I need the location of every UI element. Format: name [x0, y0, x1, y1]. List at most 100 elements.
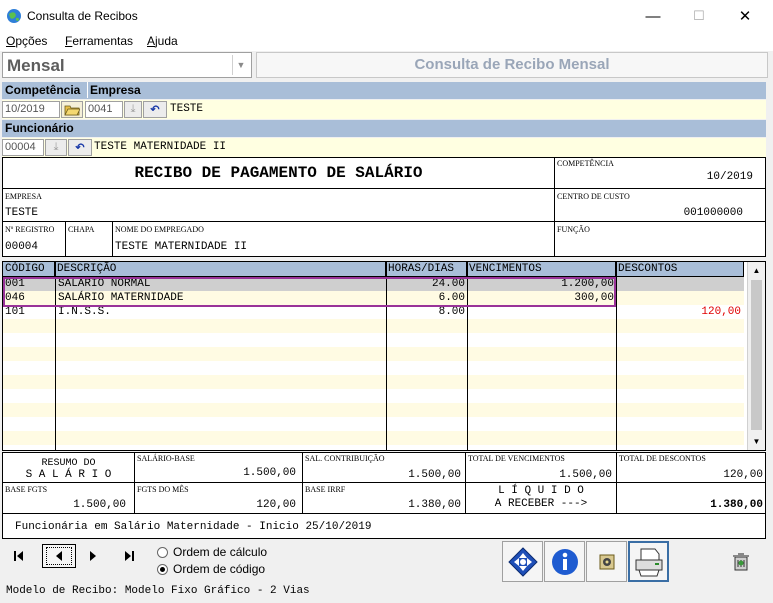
chevron-down-icon[interactable]: ▼: [232, 55, 249, 75]
cell-vencimentos: [468, 305, 614, 319]
funcionario-code-input[interactable]: 00004: [2, 139, 44, 156]
registro-value: 00004: [5, 241, 39, 253]
base-irrf-value: 1.380,00: [408, 499, 461, 511]
funcionario-label: Funcionário: [5, 121, 74, 135]
empresa-code-input[interactable]: 0041: [85, 101, 123, 118]
folder-icon[interactable]: [61, 101, 83, 118]
salario-base-label: SALÁRIO-BASE: [137, 454, 195, 463]
total-desc-label: TOTAL DE DESCONTOS: [619, 454, 706, 463]
empresa-cell: EMPRESA TESTE: [2, 188, 555, 222]
next-record-button[interactable]: [80, 544, 106, 568]
table-row[interactable]: [3, 375, 744, 389]
liquido-value: 1.380,00: [710, 499, 763, 511]
table-row[interactable]: 101 I.N.S.S. 8.00 120,00: [3, 305, 744, 319]
base-irrf-cell: BASE IRRF 1.380,00: [302, 482, 466, 514]
sal-contrib-label: SAL. CONTRIBUIÇÃO: [305, 454, 385, 463]
competencia-cell-value: 10/2019: [706, 171, 753, 183]
delete-button[interactable]: [720, 541, 761, 582]
scroll-up-icon[interactable]: ▲: [748, 262, 765, 279]
competencia-input[interactable]: 10/2019: [2, 101, 60, 118]
funcionario-bar: Funcionário: [2, 120, 766, 137]
order-code-radio[interactable]: [157, 564, 168, 575]
first-record-button[interactable]: [6, 544, 32, 568]
funcao-label: FUNÇÃO: [557, 225, 590, 234]
receipt-title-cell: RECIBO DE PAGAMENTO DE SALÁRIO: [2, 157, 555, 189]
col-header-horas[interactable]: HORAS/DIAS: [386, 262, 467, 277]
scroll-thumb[interactable]: [751, 280, 762, 430]
info-button[interactable]: [544, 541, 585, 582]
period-type-select[interactable]: Mensal ▼: [2, 52, 252, 78]
items-table[interactable]: CÓDIGO DESCRIÇÃO HORAS/DIAS VENCIMENTOS …: [2, 261, 766, 451]
total-venc-cell: TOTAL DE VENCIMENTOS 1.500,00: [465, 452, 617, 483]
gear-icon: [599, 554, 614, 569]
cell-horas: 8.00: [438, 306, 465, 318]
table-row[interactable]: [3, 361, 744, 375]
nome-label: NOME DO EMPREGADO: [115, 225, 204, 234]
cell-descricao: SALÁRIO NORMAL: [58, 278, 151, 290]
menu-ajuda[interactable]: Ajuda: [147, 34, 178, 48]
empresa-cell-label: EMPRESA: [5, 192, 42, 201]
note-text: Funcionária em Salário Maternidade - Ini…: [15, 521, 372, 533]
col-header-descricao[interactable]: DESCRIÇÃO: [55, 262, 386, 277]
download-icon[interactable]: ⤓: [45, 139, 67, 156]
table-row[interactable]: [3, 417, 744, 431]
sal-contrib-value: 1.500,00: [408, 469, 461, 481]
salario-base-value: 1.500,00: [243, 467, 296, 479]
nome-cell: NOME DO EMPREGADO TESTE MATERNIDADE II: [112, 221, 555, 257]
table-row[interactable]: 001 SALÁRIO NORMAL 24.00 1.200,00: [3, 277, 744, 291]
competencia-empresa-row: 10/2019 0041 ⤓ ↶ TESTE: [2, 100, 766, 119]
cell-vencimentos: 1.200,00: [561, 278, 614, 290]
app-globe-icon: [7, 9, 21, 23]
close-button[interactable]: ✕: [722, 0, 768, 32]
table-row[interactable]: [3, 347, 744, 361]
table-row[interactable]: 046 SALÁRIO MATERNIDADE 6.00 300,00: [3, 291, 744, 305]
navigate-arrows-button[interactable]: [502, 541, 543, 582]
settings-button[interactable]: [586, 541, 627, 582]
cell-descontos: 120,00: [701, 306, 741, 318]
chapa-label: CHAPA: [68, 225, 95, 234]
cell-codigo: 101: [5, 306, 25, 318]
order-calc-radio[interactable]: [157, 547, 168, 558]
undo-icon[interactable]: ↶: [143, 101, 167, 118]
menu-ferramentas[interactable]: Ferramentas: [65, 34, 133, 48]
competencia-cell-label: COMPETÊNCIA: [557, 159, 614, 168]
printer-icon: [635, 548, 662, 576]
vertical-scrollbar[interactable]: ▲ ▼: [747, 262, 765, 450]
menu-bar: Opções Ferramentas Ajuda: [0, 32, 773, 51]
trash-icon: [732, 552, 749, 570]
col-header-descontos[interactable]: DESCONTOS: [616, 262, 744, 277]
table-row[interactable]: [3, 319, 744, 333]
maximize-button[interactable]: ☐: [676, 0, 722, 32]
centro-custo-cell: CENTRO DE CUSTO 001000000: [554, 188, 766, 222]
salario-base-cell: SALÁRIO-BASE 1.500,00: [134, 452, 303, 483]
cell-codigo: 001: [5, 278, 25, 290]
base-irrf-label: BASE IRRF: [305, 485, 346, 494]
fgts-mes-value: 120,00: [256, 499, 296, 511]
competencia-empresa-bar: Competência Empresa: [2, 82, 766, 99]
undo-icon[interactable]: ↶: [68, 139, 92, 156]
col-header-vencimentos[interactable]: VENCIMENTOS: [467, 262, 616, 277]
scroll-down-icon[interactable]: ▼: [748, 433, 765, 450]
print-button[interactable]: [628, 541, 669, 582]
base-fgts-value: 1.500,00: [73, 499, 126, 511]
total-desc-value: 120,00: [723, 469, 763, 481]
menu-opcoes[interactable]: Opções: [6, 34, 47, 48]
download-icon[interactable]: ⤓: [124, 101, 142, 118]
last-record-button[interactable]: [116, 544, 142, 568]
col-header-codigo[interactable]: CÓDIGO: [3, 262, 55, 277]
table-row[interactable]: [3, 389, 744, 403]
total-desc-cell: TOTAL DE DESCONTOS 120,00: [616, 452, 766, 483]
table-row[interactable]: [3, 403, 744, 417]
receipt-title: RECIBO DE PAGAMENTO DE SALÁRIO: [134, 164, 423, 182]
order-calc-label: Ordem de cálculo: [173, 545, 268, 559]
table-row[interactable]: [3, 333, 744, 347]
minimize-button[interactable]: —: [630, 0, 676, 32]
previous-record-button[interactable]: [42, 544, 76, 568]
info-icon: [551, 548, 578, 575]
liquido-label-cell: L Í Q U I D O A RECEBER --->: [465, 482, 617, 514]
empresa-cell-value: TESTE: [5, 207, 39, 219]
total-venc-value: 1.500,00: [559, 469, 612, 481]
table-row[interactable]: [3, 431, 744, 445]
registro-cell: Nº REGISTRO 00004: [2, 221, 66, 257]
cell-descontos: [617, 277, 741, 291]
